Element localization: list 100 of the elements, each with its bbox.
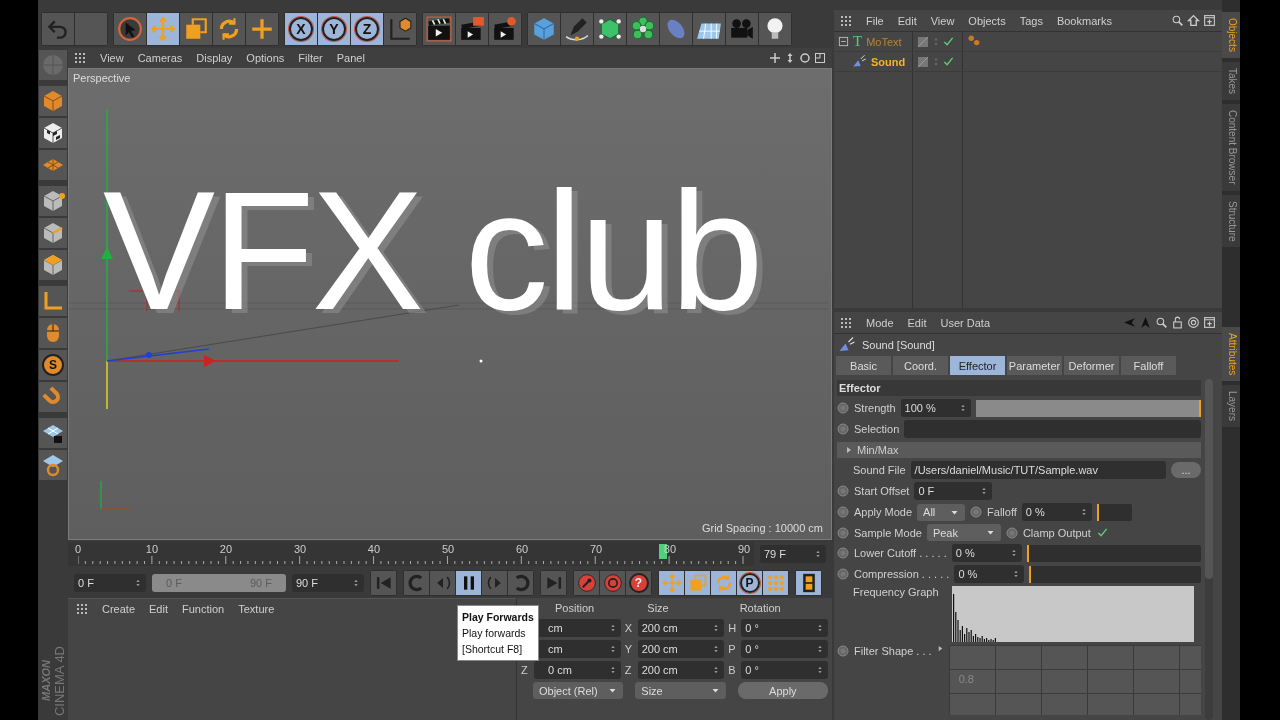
value-field[interactable]: 200 cm	[637, 661, 725, 679]
slider-fill[interactable]	[1096, 503, 1099, 521]
checkbox[interactable]	[1095, 526, 1109, 539]
letter-button[interactable]: P	[737, 571, 762, 595]
object-name[interactable]: Sound	[871, 55, 906, 68]
keyframe-radio-icon	[837, 526, 849, 539]
browse-button[interactable]: ...	[1171, 462, 1201, 478]
file-path-field[interactable]: /Users/daniel/Music/TUT/Sample.wav	[910, 461, 1166, 479]
apply-button[interactable]: Apply	[737, 682, 828, 699]
menu-item[interactable]: Edit	[149, 603, 168, 615]
tab[interactable]: Parameter	[1007, 356, 1062, 375]
menu-item[interactable]: View	[930, 14, 955, 27]
field-label: Apply Mode	[854, 506, 913, 518]
tool-button[interactable]	[384, 13, 416, 45]
cube-edges-icon	[41, 221, 65, 245]
record-icon	[602, 573, 623, 593]
letter-button[interactable]: S	[39, 350, 67, 380]
help-button[interactable]: ?	[626, 571, 651, 595]
menu-item[interactable]: Options	[246, 52, 285, 64]
menu-item[interactable]: Function	[182, 603, 225, 615]
value-field[interactable]: 0 °	[741, 640, 828, 658]
tool-button[interactable]	[561, 13, 593, 45]
value-field[interactable]: 0 F	[914, 482, 993, 500]
tool-button[interactable]	[796, 571, 821, 595]
menu-item[interactable]: Bookmarks	[1056, 14, 1112, 27]
object-title: Sound [Sound]	[862, 339, 935, 351]
menu-item[interactable]: User Data	[940, 316, 991, 329]
tool-button[interactable]	[594, 13, 626, 45]
value-field[interactable]: 0 °	[741, 619, 828, 637]
letter-button[interactable]: Z	[351, 13, 383, 45]
value-field[interactable]: 0 %	[951, 544, 1022, 562]
menu-item[interactable]: Display	[196, 52, 233, 64]
letter-button[interactable]: Y	[318, 13, 350, 45]
group-header[interactable]: Min/Max	[837, 441, 1201, 458]
collapse-icon[interactable]	[838, 36, 849, 47]
tab[interactable]: Coord.	[893, 356, 948, 375]
value-field[interactable]: 100 %	[900, 399, 971, 417]
value-field[interactable]: 0 %	[954, 565, 1025, 583]
tool-button[interactable]	[456, 571, 481, 595]
value-field[interactable]: 200 cm	[637, 640, 725, 658]
camera-label: Perspective	[73, 72, 131, 84]
tool-button[interactable]	[693, 13, 725, 45]
tooltip-title: Play Forwards	[462, 610, 534, 625]
menu-item[interactable]: Texture	[238, 603, 275, 615]
menu-item[interactable]: Edit	[907, 316, 927, 329]
menu-item[interactable]: Cameras	[137, 52, 183, 64]
side-tab[interactable]: Layers	[1222, 385, 1240, 428]
column-header: Size	[646, 602, 670, 614]
frame-field[interactable]: 0 F	[74, 574, 146, 592]
frame-field[interactable]: 79 F	[760, 545, 826, 563]
tool-button[interactable]	[423, 13, 455, 45]
slider-fill[interactable]	[1026, 544, 1029, 562]
spinner-icon	[134, 579, 142, 587]
dropdown[interactable]: Size	[635, 682, 726, 699]
menu-item[interactable]: Objects	[968, 14, 1006, 27]
menu-item[interactable]: Tags	[1019, 14, 1043, 27]
side-tab[interactable]: Takes	[1222, 61, 1240, 101]
menu-item[interactable]: View	[100, 52, 124, 64]
side-tab[interactable]: Content Browser	[1222, 104, 1240, 191]
slider-fill[interactable]	[975, 399, 1201, 417]
product-name: CINEMA 4D	[51, 645, 67, 716]
dropdown[interactable]: All	[917, 503, 966, 521]
side-tab[interactable]: Objects	[1222, 12, 1240, 58]
keyframe-radio-icon	[837, 402, 849, 414]
layout-icon	[814, 52, 826, 64]
keyframe-radio-icon	[837, 485, 849, 497]
axis-label: X	[624, 622, 633, 634]
side-tab[interactable]: Attributes	[1222, 327, 1240, 382]
tab[interactable]: Effector	[950, 356, 1005, 375]
value-field[interactable]: 0 °	[741, 661, 828, 679]
letter-button[interactable]: X	[285, 13, 317, 45]
tab[interactable]: Basic	[836, 356, 891, 375]
tool-button[interactable]	[39, 418, 67, 448]
menu-item[interactable]: Filter	[298, 52, 323, 64]
target-icon	[1187, 316, 1200, 329]
slider-fill[interactable]	[1029, 565, 1032, 583]
side-tab[interactable]: Structure	[1222, 194, 1240, 248]
frame-field[interactable]: 90 F	[292, 574, 364, 592]
menu-item[interactable]: Mode	[866, 316, 894, 329]
value-field[interactable]: 200 cm	[637, 619, 725, 637]
value-field[interactable]: 0 %	[1021, 503, 1092, 521]
up-arrow-icon	[1139, 316, 1152, 329]
column-header: Rotation	[738, 602, 782, 614]
checkmark-icon	[1096, 527, 1108, 538]
menu-item[interactable]: Panel	[336, 52, 365, 64]
tab[interactable]: Deformer	[1064, 356, 1119, 375]
dropdown[interactable]: Peak	[926, 524, 1001, 541]
scroll-thumb[interactable]	[1205, 379, 1213, 579]
caret-icon	[985, 528, 995, 537]
tab[interactable]: Falloff	[1121, 356, 1176, 375]
tool-button[interactable]	[759, 13, 791, 45]
cube-icon	[531, 16, 557, 42]
tool-button[interactable]	[39, 118, 67, 148]
menu-item[interactable]: Edit	[897, 14, 917, 27]
scrollbar[interactable]	[1205, 379, 1213, 720]
menu-item[interactable]: Create	[102, 603, 136, 615]
menu-item[interactable]: File	[866, 14, 884, 27]
dropdown[interactable]: Object (Rel)	[533, 682, 624, 699]
value-field[interactable]: 0 cm	[534, 661, 621, 679]
viewport[interactable]: Perspective VFX club Grid Spacing : 10000 cm	[68, 68, 832, 540]
